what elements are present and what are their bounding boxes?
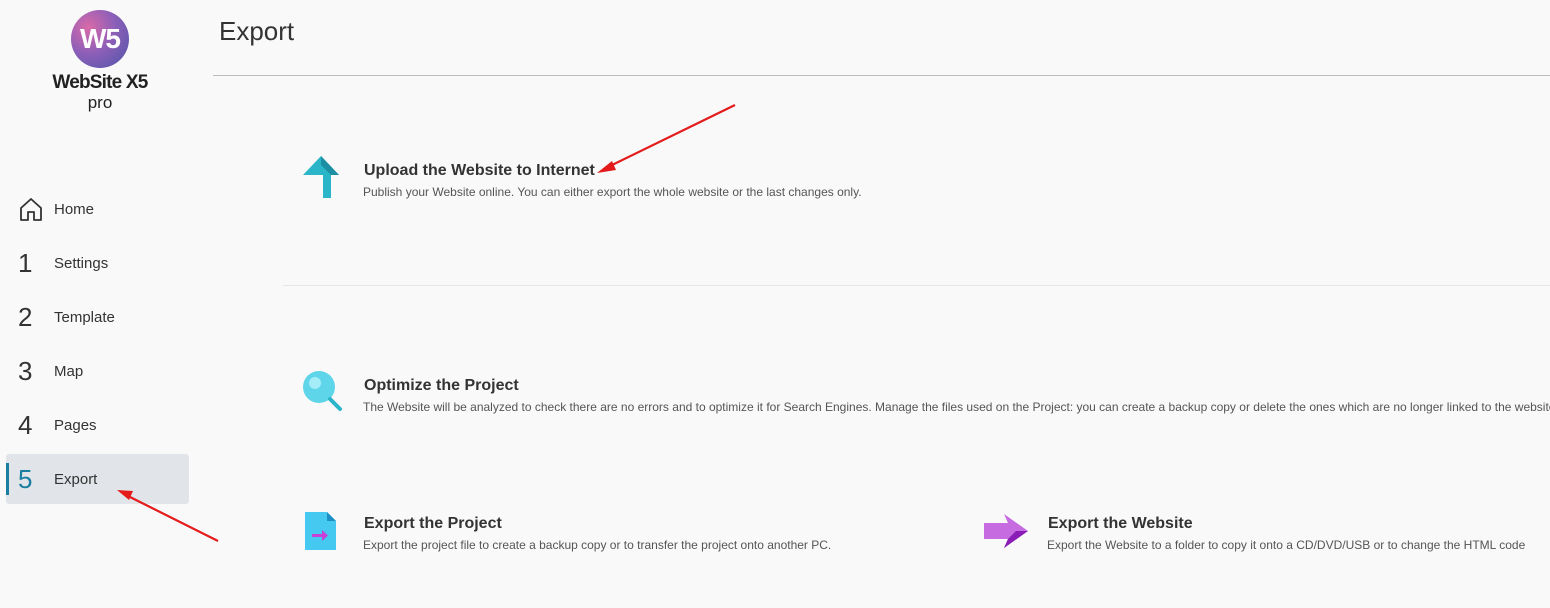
step-number: 4 bbox=[18, 409, 33, 440]
export-website-action[interactable]: Export the Website Export the Website to… bbox=[984, 509, 1544, 557]
sidebar-item-settings[interactable]: 1 Settings bbox=[6, 238, 189, 288]
export-project-title: Export the Project bbox=[364, 515, 502, 532]
logo: W5 WebSite X5 pro bbox=[50, 10, 150, 120]
export-project-desc: Export the project file to create a back… bbox=[363, 538, 832, 552]
page-title: Export bbox=[219, 16, 295, 46]
step-number: 1 bbox=[18, 247, 33, 278]
sidebar-item-label: Pages bbox=[54, 416, 97, 434]
upload-arrow-icon bbox=[300, 156, 348, 204]
export-arrow-icon bbox=[984, 509, 1032, 557]
sidebar-item-map[interactable]: 3 Map bbox=[6, 346, 189, 396]
sidebar-item-pages[interactable]: 4 Pages bbox=[6, 400, 189, 450]
magnifier-icon bbox=[300, 371, 348, 419]
section-divider bbox=[283, 285, 1550, 286]
upload-website-desc: Publish your Website online. You can eit… bbox=[363, 185, 862, 199]
sidebar-item-label: Map bbox=[54, 362, 84, 380]
sidebar-item-label: Export bbox=[54, 470, 98, 488]
optimize-project-title: Optimize the Project bbox=[364, 377, 519, 394]
step-number: 5 bbox=[18, 463, 33, 494]
sidebar-item-label: Home bbox=[54, 200, 95, 218]
logo-mark: W5 bbox=[80, 23, 121, 54]
export-project-action[interactable]: Export the Project Export the project fi… bbox=[300, 509, 860, 557]
upload-website-title: Upload the Website to Internet bbox=[364, 162, 595, 179]
sidebar-item-label: Template bbox=[54, 308, 115, 326]
home-icon bbox=[18, 196, 54, 222]
optimize-project-action[interactable]: Optimize the Project The Website will be… bbox=[300, 371, 1550, 419]
sidebar-item-home[interactable]: Home bbox=[6, 184, 189, 234]
sidebar: W5 WebSite X5 pro Home 1 Settings 2 Temp… bbox=[0, 0, 200, 608]
app-window: W5 WebSite X5 pro Home 1 Settings 2 Temp… bbox=[0, 0, 1550, 608]
logo-name: WebSite X5 bbox=[52, 72, 148, 93]
title-divider bbox=[213, 75, 1550, 76]
sidebar-nav: Home 1 Settings 2 Template 3 Map 4 Pages… bbox=[6, 184, 189, 508]
sidebar-item-export[interactable]: 5 Export bbox=[6, 454, 189, 504]
export-website-title: Export the Website bbox=[1048, 515, 1193, 532]
sidebar-item-label: Settings bbox=[54, 254, 109, 272]
sidebar-item-template[interactable]: 2 Template bbox=[6, 292, 189, 342]
export-website-desc: Export the Website to a folder to copy i… bbox=[1047, 538, 1526, 552]
logo-edition: pro bbox=[87, 93, 113, 112]
step-number: 2 bbox=[18, 301, 33, 332]
optimize-project-desc: The Website will be analyzed to check th… bbox=[363, 400, 1550, 414]
step-number: 3 bbox=[18, 355, 33, 386]
export-file-icon bbox=[300, 509, 348, 557]
logo-badge: W5 bbox=[71, 10, 129, 68]
upload-website-action[interactable]: Upload the Website to Internet Publish y… bbox=[300, 156, 900, 204]
